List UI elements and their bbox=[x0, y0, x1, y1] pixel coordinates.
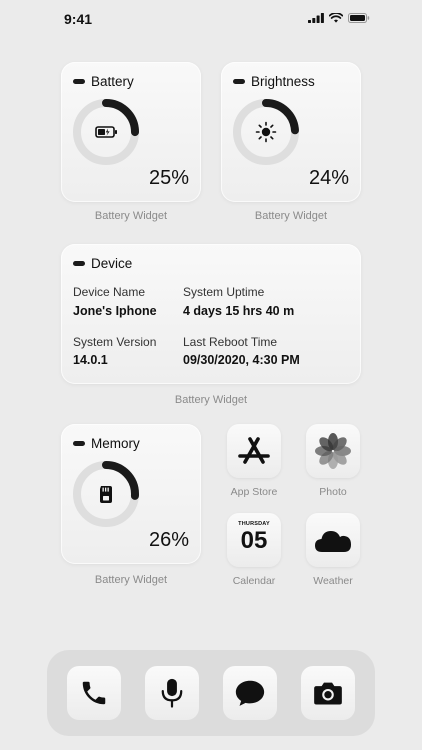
app-store-icon bbox=[238, 437, 270, 464]
photo-tile[interactable] bbox=[306, 424, 360, 478]
messages-dock-button[interactable] bbox=[223, 666, 277, 720]
memory-widget-header: Memory bbox=[73, 436, 140, 451]
calendar-app[interactable]: THURSDAY 05 Calendar bbox=[227, 513, 281, 587]
phone-dock-button[interactable] bbox=[67, 666, 121, 720]
weather-app[interactable]: Weather bbox=[306, 513, 360, 587]
memory-widget[interactable]: Memory 26% bbox=[61, 424, 201, 564]
battery-charging-icon bbox=[95, 126, 117, 138]
brightness-widget-title: Brightness bbox=[251, 74, 315, 89]
weather-label: Weather bbox=[313, 575, 353, 587]
battery-widget[interactable]: Battery 25% bbox=[61, 62, 201, 202]
system-uptime-value: 4 days 15 hrs 40 m bbox=[183, 304, 295, 318]
sun-icon bbox=[255, 121, 277, 143]
calendar-date: 05 bbox=[240, 527, 268, 554]
widget-pill-indicator bbox=[73, 441, 85, 446]
cellular-signal-icon bbox=[308, 13, 324, 23]
app-store-label: App Store bbox=[230, 486, 278, 498]
device-widget-title: Device bbox=[91, 256, 133, 271]
memory-widget-title: Memory bbox=[91, 436, 140, 451]
system-uptime-label: System Uptime bbox=[183, 285, 265, 299]
camera-dock-button[interactable] bbox=[301, 666, 355, 720]
calendar-label: Calendar bbox=[232, 575, 276, 587]
widget-pill-indicator bbox=[73, 261, 85, 266]
memory-percent: 26% bbox=[148, 529, 189, 551]
message-icon bbox=[235, 680, 265, 706]
phone-icon bbox=[82, 681, 106, 705]
brightness-percent: 24% bbox=[308, 167, 349, 189]
device-widget-caption: Battery Widget bbox=[174, 394, 248, 406]
calendar-tile[interactable]: THURSDAY 05 bbox=[227, 513, 281, 567]
brightness-gauge bbox=[233, 99, 299, 165]
last-reboot-value: 09/30/2020, 4:30 PM bbox=[183, 353, 300, 367]
system-version-value: 14.0.1 bbox=[73, 353, 108, 367]
memory-widget-caption: Battery Widget bbox=[94, 574, 168, 586]
weather-tile[interactable] bbox=[306, 513, 360, 567]
device-name-value: Jone's Iphone bbox=[73, 304, 157, 318]
battery-status-icon bbox=[348, 13, 370, 23]
microphone-icon bbox=[161, 678, 183, 708]
app-store-tile[interactable] bbox=[227, 424, 281, 478]
battery-percent: 25% bbox=[148, 167, 189, 189]
microphone-dock-button[interactable] bbox=[145, 666, 199, 720]
app-store-app[interactable]: App Store bbox=[227, 424, 281, 498]
dock bbox=[47, 650, 375, 736]
sd-card-icon bbox=[100, 486, 112, 503]
battery-widget-caption: Battery Widget bbox=[94, 210, 168, 222]
device-widget-header: Device bbox=[73, 256, 132, 271]
status-time: 9:41 bbox=[64, 11, 93, 27]
cloud-icon bbox=[315, 531, 351, 552]
memory-gauge bbox=[73, 461, 139, 527]
photo-app[interactable]: Photo bbox=[306, 424, 360, 498]
photos-flower-icon bbox=[315, 433, 351, 469]
widget-pill-indicator bbox=[233, 79, 245, 84]
camera-icon bbox=[314, 682, 342, 705]
system-version-label: System Version bbox=[73, 335, 157, 349]
brightness-widget-header: Brightness bbox=[233, 74, 315, 89]
device-widget[interactable]: Device Device Name Jone's Iphone System … bbox=[61, 244, 361, 384]
device-name-label: Device Name bbox=[73, 285, 146, 299]
status-icons bbox=[308, 13, 370, 23]
brightness-widget[interactable]: Brightness 24% bbox=[221, 62, 361, 202]
status-bar: 9:41 bbox=[0, 0, 422, 40]
brightness-widget-caption: Battery Widget bbox=[254, 210, 328, 222]
last-reboot-label: Last Reboot Time bbox=[183, 335, 278, 349]
widget-pill-indicator bbox=[73, 79, 85, 84]
battery-widget-title: Battery bbox=[91, 74, 134, 89]
battery-gauge bbox=[73, 99, 139, 165]
battery-widget-header: Battery bbox=[73, 74, 134, 89]
wifi-icon bbox=[329, 13, 343, 23]
photo-label: Photo bbox=[319, 486, 347, 498]
